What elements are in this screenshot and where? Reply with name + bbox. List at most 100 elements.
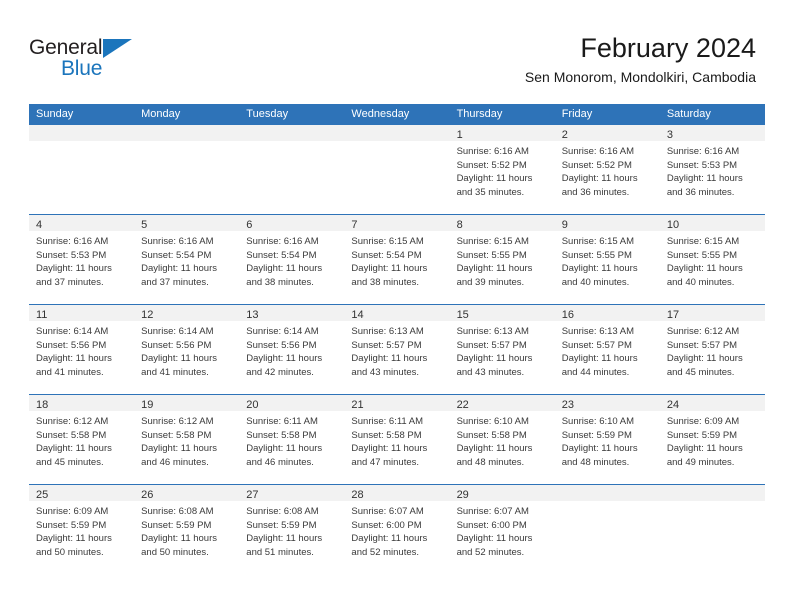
day-details: Sunrise: 6:13 AM Sunset: 5:57 PM Daylight:… bbox=[344, 321, 449, 379]
calendar-day-cell[interactable]: 8 Sunrise: 6:15 AM Sunset: 5:55 PM Daylight… bbox=[449, 215, 555, 304]
daylight-text-line1: Daylight: 11 hours bbox=[351, 263, 428, 274]
day-number: 7 bbox=[351, 219, 358, 231]
daylight-text-line2: and 43 minutes. bbox=[351, 366, 420, 378]
calendar-day-cell[interactable]: 18 Sunrise: 6:12 AM Sunset: 5:58 PM Dayligh… bbox=[29, 395, 135, 484]
day-number: 13 bbox=[246, 309, 259, 321]
calendar-day-cell[interactable]: 13 Sunrise: 6:14 AM Sunset: 5:56 PM Dayligh… bbox=[239, 305, 345, 394]
sunset-text: Sunset: 5:58 PM bbox=[36, 429, 107, 441]
calendar-day-cell-empty bbox=[554, 485, 660, 574]
sunset-text: Sunset: 5:59 PM bbox=[36, 519, 107, 531]
calendar-day-cell[interactable]: 14 Sunrise: 6:13 AM Sunset: 5:57 PM Dayligh… bbox=[344, 305, 450, 394]
calendar-day-cell[interactable]: 17 Sunrise: 6:12 AM Sunset: 5:57 PM Dayligh… bbox=[659, 305, 765, 394]
day-number-band bbox=[29, 125, 135, 141]
calendar-day-cell[interactable]: 26 Sunrise: 6:08 AM Sunset: 5:59 PM Dayligh… bbox=[134, 485, 240, 574]
sunrise-text: Sunrise: 6:07 AM bbox=[351, 506, 424, 517]
day-number-band: 4 bbox=[29, 215, 135, 231]
day-number: 10 bbox=[666, 219, 680, 231]
daylight-text-line1: Daylight: 11 hours bbox=[246, 263, 323, 274]
daylight-text-line2: and 50 minutes. bbox=[141, 546, 209, 558]
daylight-text-line2: and 41 minutes. bbox=[36, 366, 104, 378]
page-header: General Blue February 2024 Sen Monorom, … bbox=[0, 0, 792, 104]
day-number: 17 bbox=[666, 309, 680, 321]
day-details: Sunrise: 6:11 AM Sunset: 5:58 PM Daylight:… bbox=[344, 411, 449, 469]
day-details: Sunrise: 6:15 AM Sunset: 5:54 PM Daylight:… bbox=[344, 231, 449, 289]
calendar-day-cell[interactable]: 9 Sunrise: 6:15 AM Sunset: 5:55 PM Daylight… bbox=[554, 215, 660, 304]
calendar-day-cell[interactable]: 7 Sunrise: 6:15 AM Sunset: 5:54 PM Daylight… bbox=[344, 215, 450, 304]
day-number-band: 8 bbox=[449, 215, 555, 231]
day-details: Sunrise: 6:15 AM Sunset: 5:55 PM Daylight:… bbox=[660, 231, 765, 289]
day-number-band: 2 bbox=[554, 125, 660, 141]
day-details bbox=[344, 141, 449, 145]
sunrise-text: Sunrise: 6:13 AM bbox=[456, 326, 529, 337]
day-details: Sunrise: 6:10 AM Sunset: 5:59 PM Daylight:… bbox=[555, 411, 660, 469]
calendar-day-cell[interactable]: 10 Sunrise: 6:15 AM Sunset: 5:55 PM Dayligh… bbox=[659, 215, 765, 304]
day-number-band: 19 bbox=[134, 395, 240, 411]
day-details: Sunrise: 6:09 AM Sunset: 5:59 PM Daylight:… bbox=[660, 411, 765, 469]
sunrise-text: Sunrise: 6:14 AM bbox=[36, 326, 109, 337]
calendar-day-cell[interactable]: 11 Sunrise: 6:14 AM Sunset: 5:56 PM Dayligh… bbox=[29, 305, 135, 394]
calendar-day-cell[interactable]: 12 Sunrise: 6:14 AM Sunset: 5:56 PM Dayligh… bbox=[134, 305, 240, 394]
day-details: Sunrise: 6:16 AM Sunset: 5:53 PM Daylight:… bbox=[29, 231, 134, 289]
day-details: Sunrise: 6:07 AM Sunset: 6:00 PM Daylight:… bbox=[450, 501, 555, 559]
calendar-day-cell[interactable]: 1 Sunrise: 6:16 AM Sunset: 5:52 PM Daylight… bbox=[449, 125, 555, 214]
day-details: Sunrise: 6:14 AM Sunset: 5:56 PM Daylight:… bbox=[29, 321, 134, 379]
daylight-text-line1: Daylight: 11 hours bbox=[246, 353, 323, 364]
daylight-text-line2: and 38 minutes. bbox=[246, 276, 314, 288]
daylight-text-line1: Daylight: 11 hours bbox=[666, 443, 743, 454]
calendar-day-cell[interactable]: 23 Sunrise: 6:10 AM Sunset: 5:59 PM Dayligh… bbox=[554, 395, 660, 484]
day-number: 8 bbox=[456, 219, 463, 231]
day-details: Sunrise: 6:16 AM Sunset: 5:52 PM Daylight:… bbox=[450, 141, 555, 199]
calendar-day-cell[interactable]: 19 Sunrise: 6:12 AM Sunset: 5:58 PM Dayligh… bbox=[134, 395, 240, 484]
calendar-day-cell[interactable]: 29 Sunrise: 6:07 AM Sunset: 6:00 PM Dayligh… bbox=[449, 485, 555, 574]
daylight-text-line2: and 46 minutes. bbox=[246, 456, 314, 468]
calendar-day-cell[interactable]: 4 Sunrise: 6:16 AM Sunset: 5:53 PM Daylight… bbox=[29, 215, 135, 304]
sunset-text: Sunset: 5:58 PM bbox=[456, 429, 527, 441]
calendar-day-cell[interactable]: 5 Sunrise: 6:16 AM Sunset: 5:54 PM Daylight… bbox=[134, 215, 240, 304]
weekday-header-row: Sunday Monday Tuesday Wednesday Thursday Frid… bbox=[29, 104, 765, 125]
calendar-day-cell[interactable]: 3 Sunrise: 6:16 AM Sunset: 5:53 PM Daylight… bbox=[659, 125, 765, 214]
sunset-text: Sunset: 5:56 PM bbox=[246, 339, 317, 351]
day-details: Sunrise: 6:08 AM Sunset: 5:59 PM Daylight:… bbox=[134, 501, 239, 559]
calendar-day-cell[interactable]: 6 Sunrise: 6:16 AM Sunset: 5:54 PM Daylight… bbox=[239, 215, 345, 304]
daylight-text-line2: and 38 minutes. bbox=[351, 276, 420, 288]
day-number: 3 bbox=[666, 129, 673, 141]
day-details bbox=[29, 141, 134, 145]
sunrise-text: Sunrise: 6:16 AM bbox=[246, 236, 319, 247]
day-details bbox=[555, 501, 660, 505]
day-number: 14 bbox=[351, 309, 364, 321]
calendar-day-cell[interactable]: 28 Sunrise: 6:07 AM Sunset: 6:00 PM Dayligh… bbox=[344, 485, 450, 574]
logo-text-blue: Blue bbox=[61, 57, 103, 80]
day-number-band: 27 bbox=[239, 485, 345, 501]
sunrise-text: Sunrise: 6:10 AM bbox=[456, 416, 529, 427]
day-details: Sunrise: 6:14 AM Sunset: 5:56 PM Daylight:… bbox=[134, 321, 239, 379]
sunset-text: Sunset: 5:59 PM bbox=[561, 429, 632, 441]
sunset-text: Sunset: 5:57 PM bbox=[666, 339, 738, 351]
calendar-day-cell[interactable]: 2 Sunrise: 6:16 AM Sunset: 5:52 PM Daylight… bbox=[554, 125, 660, 214]
calendar-day-cell[interactable]: 24 Sunrise: 6:09 AM Sunset: 5:59 PM Dayligh… bbox=[659, 395, 765, 484]
day-number-band: 16 bbox=[554, 305, 660, 321]
day-number: 22 bbox=[456, 399, 469, 411]
day-details: Sunrise: 6:07 AM Sunset: 6:00 PM Daylight:… bbox=[344, 501, 449, 559]
daylight-text-line1: Daylight: 11 hours bbox=[561, 173, 638, 184]
day-number-band: 26 bbox=[134, 485, 240, 501]
day-details: Sunrise: 6:10 AM Sunset: 5:58 PM Daylight:… bbox=[450, 411, 555, 469]
sunset-text: Sunset: 5:52 PM bbox=[456, 159, 527, 171]
daylight-text-line2: and 39 minutes. bbox=[456, 276, 525, 288]
calendar-weeks: 1 Sunrise: 6:16 AM Sunset: 5:52 PM Daylight… bbox=[29, 125, 765, 574]
daylight-text-line2: and 51 minutes. bbox=[246, 546, 314, 558]
day-details: Sunrise: 6:15 AM Sunset: 5:55 PM Daylight:… bbox=[555, 231, 660, 289]
calendar-day-cell[interactable]: 27 Sunrise: 6:08 AM Sunset: 5:59 PM Dayligh… bbox=[239, 485, 345, 574]
calendar-day-cell[interactable]: 22 Sunrise: 6:10 AM Sunset: 5:58 PM Dayligh… bbox=[449, 395, 555, 484]
day-number: 25 bbox=[36, 489, 49, 501]
calendar-day-cell[interactable]: 21 Sunrise: 6:11 AM Sunset: 5:58 PM Dayligh… bbox=[344, 395, 450, 484]
day-number: 2 bbox=[561, 129, 568, 141]
sunset-text: Sunset: 5:55 PM bbox=[666, 249, 738, 261]
calendar-day-cell[interactable]: 16 Sunrise: 6:13 AM Sunset: 5:57 PM Dayligh… bbox=[554, 305, 660, 394]
sunset-text: Sunset: 6:00 PM bbox=[456, 519, 527, 531]
calendar-day-cell[interactable]: 25 Sunrise: 6:09 AM Sunset: 5:59 PM Dayligh… bbox=[29, 485, 135, 574]
calendar-day-cell[interactable]: 20 Sunrise: 6:11 AM Sunset: 5:58 PM Dayligh… bbox=[239, 395, 345, 484]
day-number: 28 bbox=[351, 489, 364, 501]
day-details bbox=[239, 141, 344, 145]
calendar-day-cell[interactable]: 15 Sunrise: 6:13 AM Sunset: 5:57 PM Dayligh… bbox=[449, 305, 555, 394]
day-details: Sunrise: 6:09 AM Sunset: 5:59 PM Daylight:… bbox=[29, 501, 134, 559]
